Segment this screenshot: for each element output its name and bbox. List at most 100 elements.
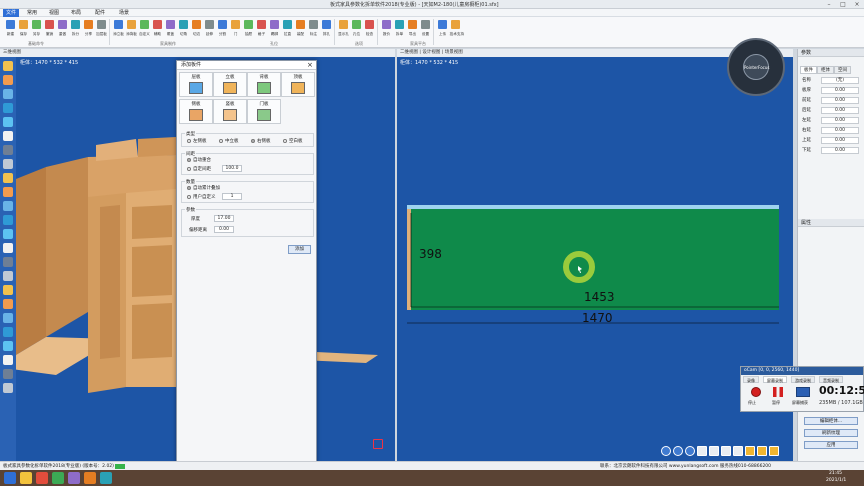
ribbon-button-13[interactable]: 切角 — [177, 20, 190, 42]
apply-button[interactable]: 应用 — [804, 441, 858, 449]
refresh-texture-button[interactable]: 刷新纹理 — [804, 429, 858, 437]
property-value-input[interactable]: 0.00 — [821, 87, 859, 94]
ribbon-button-31[interactable]: 设置 — [419, 20, 432, 42]
ribbon-button-16[interactable]: 分割 — [216, 20, 229, 42]
ribbon-button-19[interactable]: 格子 — [255, 20, 268, 42]
property-value-input[interactable]: 0.00 — [821, 97, 859, 104]
add-button[interactable]: 添加 — [288, 245, 311, 254]
2d-view[interactable]: 二维视图 | 设计视图 | 场景视图 柜体：1470 * 532 * 415 3… — [397, 49, 793, 461]
gap-radio-1[interactable]: 自定间距 — [187, 166, 211, 172]
count-value-input[interactable]: 1 — [222, 193, 242, 200]
property-value-input[interactable]: 0.00 — [821, 127, 859, 134]
menu-common[interactable]: 常用 — [24, 9, 40, 17]
taskbar-app-icon-1[interactable] — [20, 472, 32, 484]
view-tool-icon-14[interactable] — [3, 257, 13, 267]
view-tool-button-4[interactable] — [709, 446, 719, 456]
view-tool-icon-7[interactable] — [3, 159, 13, 169]
ribbon-button-10[interactable]: 自定义 — [138, 20, 151, 42]
menu-scene[interactable]: 场景 — [116, 9, 132, 17]
view-tool-button-7[interactable] — [745, 446, 755, 456]
taskbar-app-icon-5[interactable] — [84, 472, 96, 484]
ribbon-button-4[interactable]: 重做 — [56, 20, 69, 42]
view-tool-button-6[interactable] — [733, 446, 743, 456]
ribbon-button-30[interactable]: 导出 — [406, 20, 419, 42]
count-radio-0[interactable]: 自动累计叠加 — [187, 185, 220, 191]
ribbon-button-3[interactable]: 撤销 — [43, 20, 56, 42]
view-tool-button-2[interactable] — [685, 446, 695, 456]
taskbar-app-icon-6[interactable] — [100, 472, 112, 484]
ribbon-button-17[interactable]: 门 — [229, 20, 242, 42]
ribbon-button-7[interactable]: 加层板 — [95, 20, 108, 42]
ribbon-button-6[interactable]: 分享 — [82, 20, 95, 42]
ribbon-button-14[interactable]: 切边 — [190, 20, 203, 42]
compass-center[interactable]: PointerFocus — [743, 54, 769, 80]
view-tool-icon-3[interactable] — [3, 103, 13, 113]
ribbon-button-24[interactable]: 排孔 — [320, 20, 333, 42]
view-tool-icon-20[interactable] — [3, 341, 13, 351]
thickness-input[interactable]: 17.00 — [214, 215, 234, 222]
screen-capture-icon[interactable] — [796, 387, 810, 397]
tab-board[interactable]: 板件 — [800, 66, 817, 74]
ribbon-button-8[interactable]: 添立板 — [112, 20, 125, 42]
ocam-tab-audio[interactable]: 音频录制 — [819, 376, 843, 383]
view-tool-icon-12[interactable] — [3, 229, 13, 239]
view-tool-icon-13[interactable] — [3, 243, 13, 253]
tab-cabinet[interactable]: 柜体 — [817, 66, 834, 74]
menu-parts[interactable]: 配件 — [92, 9, 108, 17]
ribbon-button-2[interactable]: 另存 — [30, 20, 43, 42]
ribbon-button-23[interactable]: 标注 — [307, 20, 320, 42]
gap-value-input[interactable]: 100.0 — [222, 165, 242, 172]
view-tool-icon-2[interactable] — [3, 89, 13, 99]
taskbar-app-icon-0[interactable] — [4, 472, 16, 484]
view-tool-icon-18[interactable] — [3, 313, 13, 323]
view-tool-icon-23[interactable] — [3, 383, 13, 393]
edit-cabinet-button[interactable]: 编辑柜体... — [804, 417, 858, 425]
ribbon-button-25[interactable]: 显示孔 — [337, 20, 350, 42]
offset-input[interactable]: 0.00 — [214, 226, 234, 233]
ribbon-button-5[interactable]: 拆分 — [69, 20, 82, 42]
close-button[interactable]: × — [850, 0, 864, 9]
ribbon-button-29[interactable]: 拆单 — [393, 20, 406, 42]
view-tool-icon-4[interactable] — [3, 117, 13, 127]
view-tool-icon-19[interactable] — [3, 327, 13, 337]
ribbon-button-21[interactable]: 拉直 — [281, 20, 294, 42]
view-tool-icon-0[interactable] — [3, 61, 13, 71]
ribbon-button-33[interactable]: 技术支持 — [449, 20, 464, 42]
ribbon-button-28[interactable]: 报价 — [380, 20, 393, 42]
type-radio-1[interactable]: 中立板 — [219, 138, 239, 144]
ocam-tab-game[interactable]: 游戏录制 — [791, 376, 815, 383]
count-radio-1[interactable]: 用户自定义 — [187, 194, 216, 200]
minimize-button[interactable]: – — [822, 0, 836, 9]
view-tool-icon-17[interactable] — [3, 299, 13, 309]
board-type-tab-4[interactable]: 侧板 — [179, 99, 213, 124]
close-icon[interactable]: × — [307, 61, 313, 70]
view-tool-button-3[interactable] — [697, 446, 707, 456]
property-value-input[interactable]: 0.00 — [821, 137, 859, 144]
board-type-tab-0[interactable]: 层板 — [179, 72, 213, 97]
view-tool-button-9[interactable] — [769, 446, 779, 456]
ribbon-button-22[interactable]: 装配 — [294, 20, 307, 42]
ribbon-button-0[interactable]: 新建 — [4, 20, 17, 42]
view-tool-icon-5[interactable] — [3, 131, 13, 141]
view-tool-icon-11[interactable] — [3, 215, 13, 225]
view-tool-icon-15[interactable] — [3, 271, 13, 281]
taskbar-app-icon-2[interactable] — [36, 472, 48, 484]
board-type-tab-1[interactable]: 立板 — [213, 72, 247, 97]
view-tool-icon-22[interactable] — [3, 369, 13, 379]
view-tool-icon-6[interactable] — [3, 145, 13, 155]
property-value-input[interactable]: 0.00 — [821, 117, 859, 124]
taskbar-app-icon-4[interactable] — [68, 472, 80, 484]
tab-space[interactable]: 空间 — [834, 66, 851, 74]
ribbon-button-26[interactable]: 孔位 — [350, 20, 363, 42]
property-value-input[interactable]: 0.00 — [821, 107, 859, 114]
view-tool-button-0[interactable] — [661, 446, 671, 456]
nav-compass[interactable]: PointerFocus — [727, 38, 785, 96]
view-tool-icon-8[interactable] — [3, 173, 13, 183]
ribbon-button-11[interactable]: 辅助 — [151, 20, 164, 42]
board-type-tab-3[interactable]: 顶板 — [281, 72, 315, 97]
taskbar-app-icon-3[interactable] — [52, 472, 64, 484]
ribbon-button-27[interactable]: 检查 — [363, 20, 376, 42]
view-tool-icon-9[interactable] — [3, 187, 13, 197]
ribbon-button-12[interactable]: 覆盖 — [164, 20, 177, 42]
view-tool-icon-1[interactable] — [3, 75, 13, 85]
